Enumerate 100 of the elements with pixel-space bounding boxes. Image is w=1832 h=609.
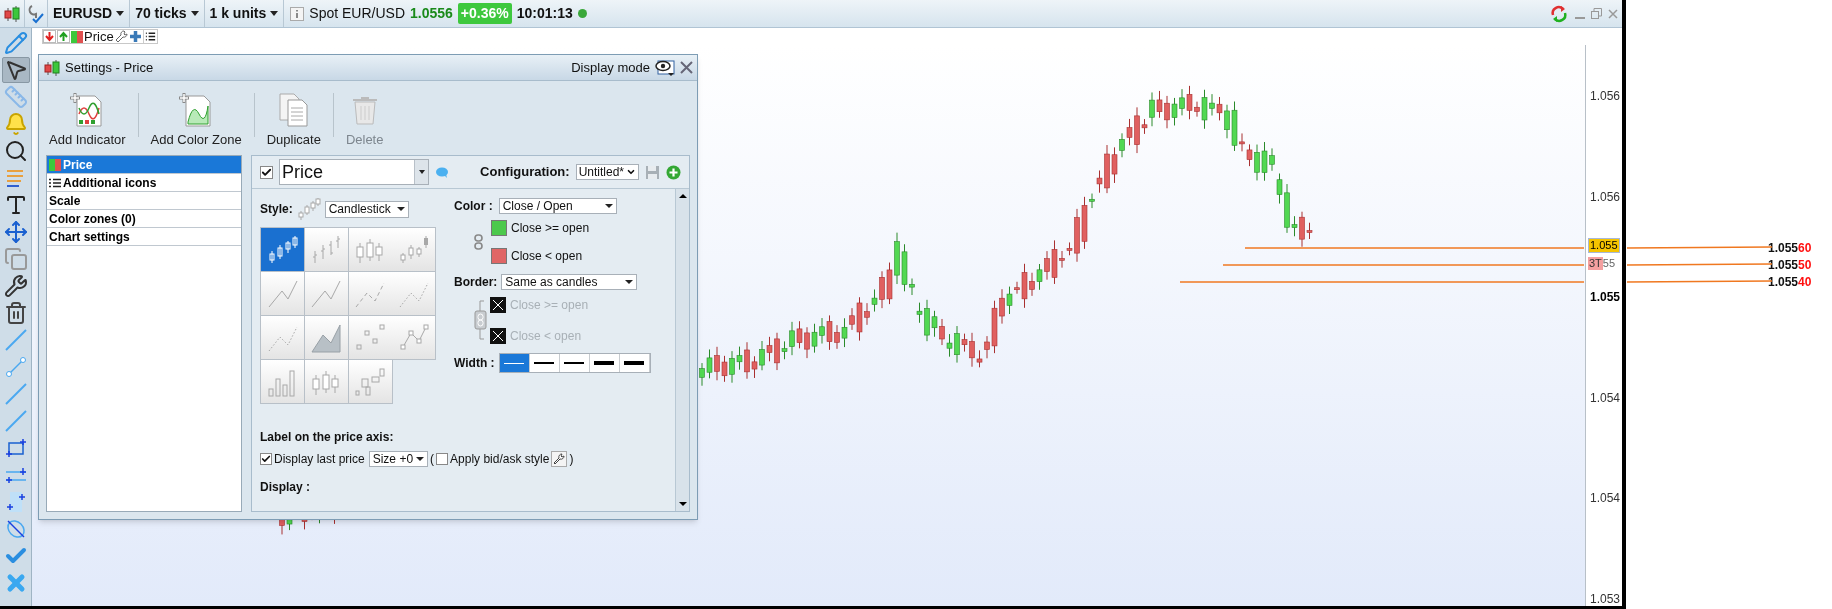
- toolbar-action-button[interactable]: Add Indicator: [45, 91, 130, 149]
- save-icon[interactable]: [645, 164, 660, 180]
- chart-style-option[interactable]: [261, 228, 305, 272]
- caret-icon: [625, 280, 634, 284]
- scrollbar[interactable]: [675, 189, 689, 511]
- chart-style-option[interactable]: [392, 316, 437, 360]
- axis-tick-label: 1.055: [1589, 290, 1622, 305]
- caret-icon: [418, 170, 425, 174]
- configuration-label: Configuration:: [480, 163, 570, 182]
- chart-style-option[interactable]: [304, 316, 349, 360]
- tool-button[interactable]: [1, 57, 30, 83]
- chart-style-option[interactable]: [392, 228, 437, 272]
- axis-tick-label: 1.054: [1589, 390, 1622, 405]
- arrow-up-icon[interactable]: [57, 30, 70, 43]
- list-icon[interactable]: [142, 30, 157, 43]
- nav-item[interactable]: Price: [47, 156, 241, 174]
- display-heading: Display :: [260, 479, 311, 496]
- last-price-checkbox[interactable]: [260, 453, 272, 465]
- nav-item[interactable]: Chart settings: [47, 228, 241, 246]
- parenthesis: ): [569, 451, 574, 468]
- price-level-label: 1.05560: [1768, 241, 1812, 255]
- crossed-swatch-icon[interactable]: [490, 296, 506, 313]
- legend-label[interactable]: Price: [84, 26, 114, 47]
- ticks-dropdown[interactable]: 70 ticks: [130, 0, 205, 27]
- tools-icon: [3, 274, 28, 298]
- chart-style-option[interactable]: [261, 360, 305, 404]
- link-icon: [474, 234, 483, 250]
- axis-tick-label: 1.054: [1589, 491, 1622, 506]
- crossed-swatch-icon[interactable]: [490, 327, 506, 344]
- line-width-option[interactable]: [559, 354, 590, 372]
- arrow-down-icon[interactable]: [43, 30, 56, 43]
- line-width-option[interactable]: [589, 354, 620, 372]
- units-dropdown[interactable]: 1 k units: [204, 0, 285, 27]
- size-dropdown[interactable]: Size +0: [368, 451, 429, 467]
- wrench-icon[interactable]: [114, 30, 128, 43]
- enable-checkbox[interactable]: [260, 165, 273, 179]
- add-icon[interactable]: [666, 164, 681, 180]
- color-swatch[interactable]: [491, 220, 507, 236]
- chart-style-option[interactable]: [304, 360, 349, 404]
- line-width-icon: [624, 360, 645, 366]
- nav-item-label: Scale: [49, 192, 81, 210]
- line-width-option[interactable]: [529, 354, 560, 372]
- chart-style-option[interactable]: [304, 272, 349, 316]
- price-level-label: 1.05540: [1768, 275, 1812, 289]
- caret-icon: [190, 11, 199, 16]
- info-icon: [290, 6, 305, 21]
- move-icon: [3, 220, 28, 244]
- color-swatch[interactable]: [491, 248, 507, 264]
- style-label: Style:: [260, 201, 293, 218]
- width-label: Width :: [454, 355, 495, 372]
- border-dropdown[interactable]: Same as candles: [501, 274, 638, 290]
- chart-style-option[interactable]: [348, 272, 393, 316]
- close-icon[interactable]: [680, 61, 693, 74]
- chart-style-option[interactable]: [261, 316, 305, 360]
- chart-style-option[interactable]: [348, 228, 393, 272]
- parenthesis: (: [430, 451, 435, 468]
- bid-marker-value: 55: [1602, 257, 1616, 270]
- nav-item-label: Color zones (0): [49, 210, 136, 228]
- ruler-icon: [3, 85, 28, 109]
- chart-style-option[interactable]: [348, 360, 393, 404]
- caret-icon: [116, 11, 125, 16]
- chart-style-option[interactable]: [304, 228, 349, 272]
- nav-item-label: Chart settings: [49, 228, 130, 246]
- line-width-option[interactable]: [619, 354, 650, 372]
- wrench-check-icon: [28, 3, 44, 24]
- color-mode-dropdown[interactable]: Close / Open: [498, 198, 617, 214]
- color-option-label: Close >= open: [511, 220, 590, 237]
- caret-icon: [396, 207, 405, 211]
- border-option-label: Close < open: [510, 327, 582, 345]
- style-dropdown[interactable]: Candlestick: [324, 200, 409, 218]
- instrument-dropdown[interactable]: EURUSD: [48, 0, 131, 27]
- spot-label: Spot EUR/USD: [309, 4, 405, 23]
- name-combobox[interactable]: Price: [279, 159, 429, 185]
- copy-icon: [3, 247, 28, 271]
- close-icon[interactable]: [1608, 8, 1618, 19]
- chart-style-option[interactable]: [392, 272, 437, 316]
- bid-ask-checkbox[interactable]: [436, 453, 449, 465]
- line-width-icon: [534, 362, 555, 364]
- speech-bubble-icon[interactable]: [435, 165, 449, 179]
- toolbar-action-button[interactable]: Duplicate: [262, 91, 325, 149]
- eye-icon[interactable]: [654, 58, 676, 77]
- toolbar-action-button[interactable]: Add Color Zone: [146, 91, 246, 149]
- caret-icon: [416, 457, 425, 461]
- nav-item[interactable]: Scale: [47, 192, 241, 210]
- chart-style-option[interactable]: [348, 316, 393, 360]
- wrench-icon[interactable]: [551, 451, 568, 467]
- line-icon: [3, 328, 28, 352]
- restore-icon[interactable]: [1591, 8, 1602, 19]
- configuration-dropdown[interactable]: Untitled*: [575, 164, 639, 180]
- color-swatch-icon: [71, 30, 83, 43]
- list-icon: [49, 177, 61, 188]
- trash-icon: [3, 301, 28, 325]
- caret-icon: [270, 11, 279, 16]
- plus-icon[interactable]: [128, 30, 142, 43]
- nav-item[interactable]: Additional icons: [47, 174, 241, 192]
- price-level-label: 1.05550: [1768, 258, 1812, 272]
- nav-item[interactable]: Color zones (0): [47, 210, 241, 228]
- last-price-label: Display last price: [274, 451, 365, 468]
- refresh-icon[interactable]: [1549, 3, 1569, 24]
- chart-style-option[interactable]: [261, 272, 305, 316]
